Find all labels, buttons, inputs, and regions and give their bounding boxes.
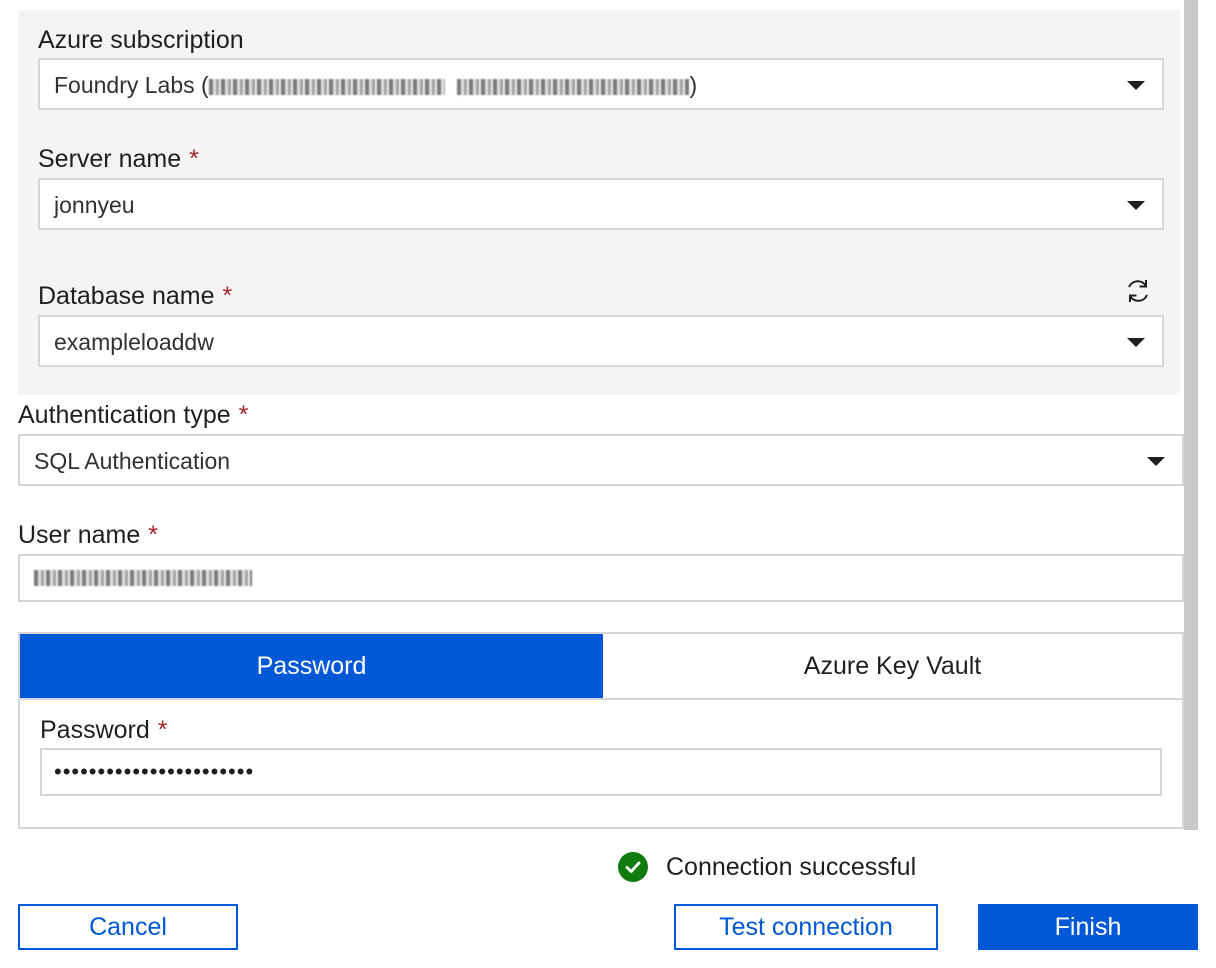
- server-name-dropdown[interactable]: jonnyeu: [38, 178, 1164, 230]
- server-name-label: Server name *: [38, 145, 199, 173]
- test-connection-button[interactable]: Test connection: [674, 904, 938, 950]
- database-name-value: exampleloaddw: [54, 329, 214, 355]
- tab-azure-key-vault[interactable]: Azure Key Vault: [603, 634, 1182, 698]
- username-input[interactable]: [18, 554, 1184, 602]
- subscription-value: Foundry Labs ( ): [54, 72, 698, 98]
- chevron-down-icon: [1127, 338, 1145, 347]
- authentication-type-dropdown[interactable]: SQL Authentication: [18, 434, 1184, 486]
- finish-button[interactable]: Finish: [978, 904, 1198, 950]
- password-input[interactable]: •••••••••••••••••••••••: [40, 748, 1162, 796]
- database-name-dropdown[interactable]: exampleloaddw: [38, 315, 1164, 367]
- redacted-subscription-id-part1: [208, 78, 445, 95]
- username-label: User name *: [18, 521, 158, 549]
- redacted-username: [34, 570, 252, 586]
- required-marker: *: [189, 145, 199, 173]
- subscription-dropdown[interactable]: Foundry Labs ( ): [38, 58, 1164, 110]
- authentication-type-value: SQL Authentication: [34, 448, 231, 474]
- required-marker: *: [222, 282, 233, 310]
- password-masked-value: •••••••••••••••••••••••: [54, 759, 255, 784]
- connection-status: Connection successful: [618, 852, 916, 882]
- password-label: Password *: [40, 716, 168, 744]
- subscription-label: Azure subscription: [38, 26, 244, 54]
- credential-panel: Password Azure Key Vault Password * •••••…: [18, 632, 1184, 829]
- required-marker: *: [148, 521, 158, 549]
- scrollbar[interactable]: [1184, 0, 1198, 830]
- tab-password[interactable]: Password: [20, 634, 603, 698]
- status-text: Connection successful: [666, 852, 917, 881]
- chevron-down-icon: [1147, 457, 1165, 466]
- tab-divider: [20, 698, 1182, 700]
- database-name-label: Database name *: [38, 282, 233, 310]
- required-marker: *: [157, 716, 168, 744]
- refresh-icon[interactable]: [1124, 277, 1152, 305]
- cancel-button[interactable]: Cancel: [18, 904, 238, 950]
- sql-connection-form: Azure subscription Foundry Labs ( ) Serv…: [0, 0, 1216, 968]
- authentication-type-label: Authentication type *: [18, 401, 249, 429]
- redacted-subscription-id-part2: [457, 78, 690, 95]
- chevron-down-icon: [1127, 201, 1145, 210]
- required-marker: *: [238, 401, 249, 429]
- chevron-down-icon: [1127, 81, 1145, 90]
- server-name-value: jonnyeu: [54, 192, 135, 218]
- check-circle-icon: [618, 852, 648, 882]
